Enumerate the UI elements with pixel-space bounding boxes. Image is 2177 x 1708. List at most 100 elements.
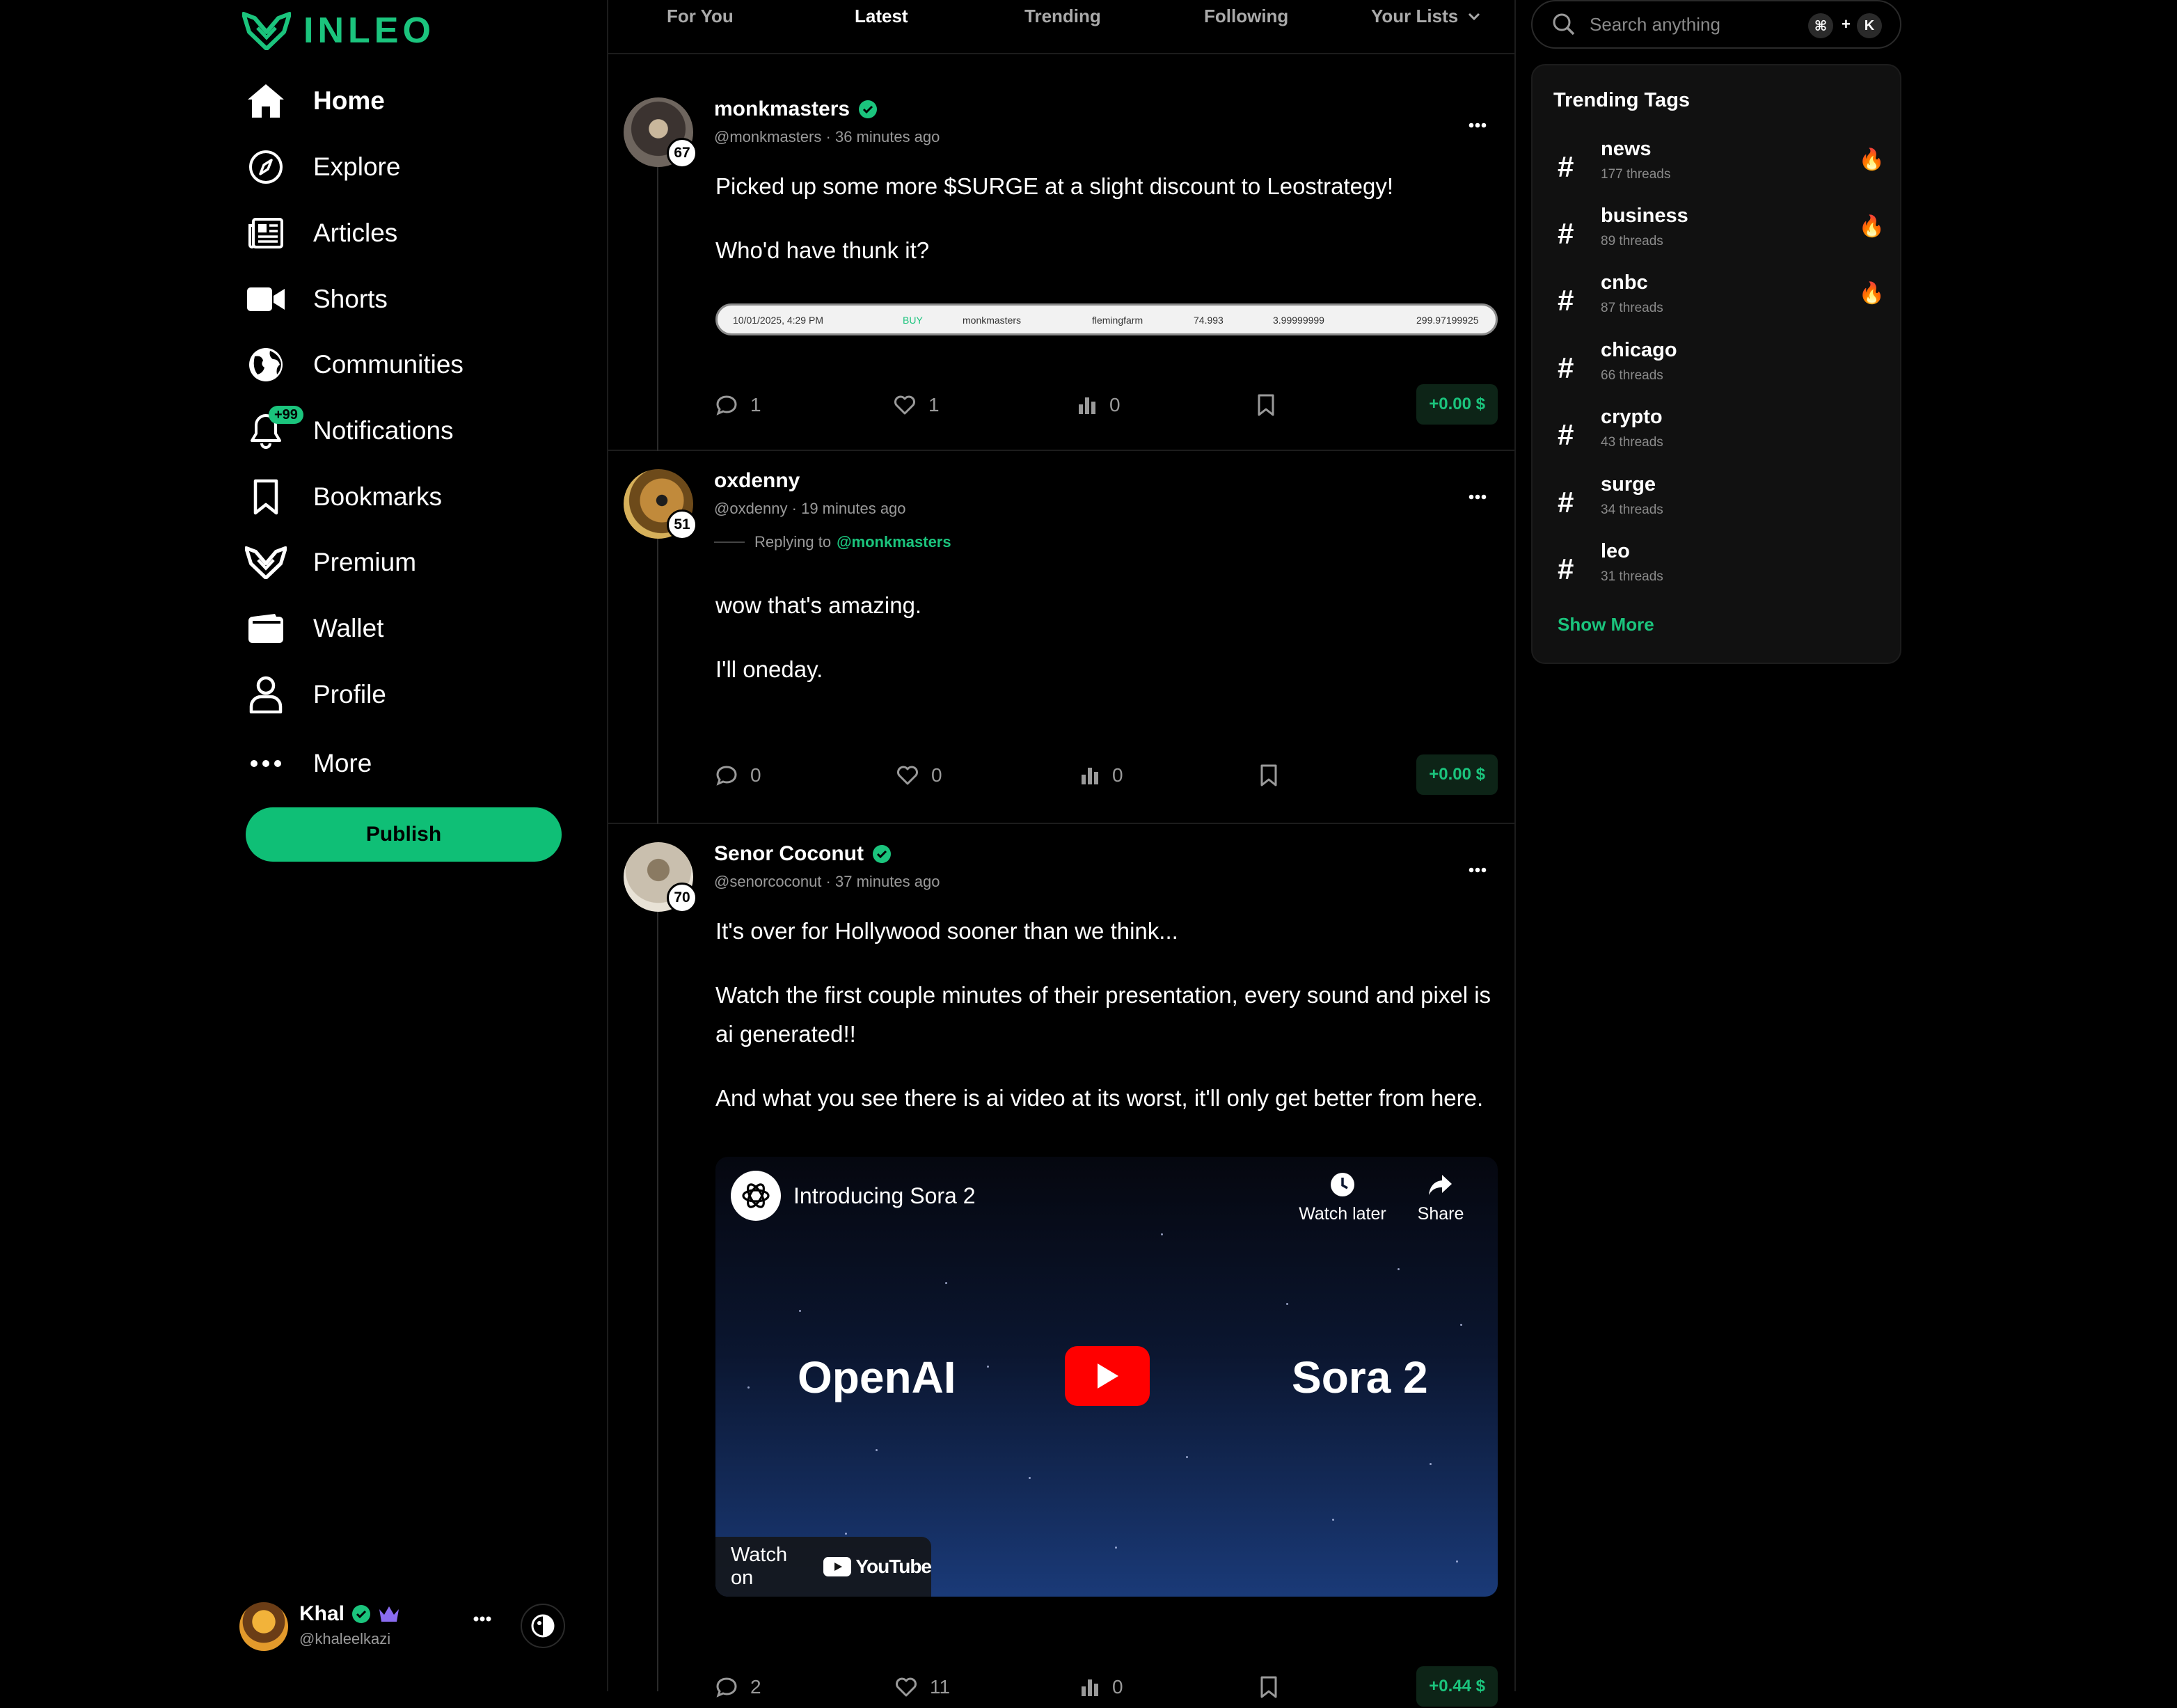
- bookmark-icon: [1258, 394, 1274, 416]
- trending-tag-business[interactable]: # business 89 threads 🔥: [1558, 205, 1885, 260]
- like-button[interactable]: 0: [896, 754, 942, 796]
- post-options-icon[interactable]: [1469, 494, 1487, 500]
- bookmark-button[interactable]: [1260, 754, 1278, 796]
- current-user-card[interactable]: Khal @khaleelkazi: [239, 1599, 567, 1655]
- account-menu-icon[interactable]: [473, 1616, 491, 1622]
- post-author[interactable]: oxdenny: [714, 469, 800, 493]
- nav-item-communities[interactable]: Communities: [244, 340, 571, 389]
- views-button[interactable]: 0: [1080, 1666, 1123, 1708]
- nav-item-notifications[interactable]: +99 Notifications: [244, 406, 571, 455]
- like-button[interactable]: 1: [894, 384, 940, 426]
- nav-item-articles[interactable]: Articles: [244, 209, 571, 258]
- show-more-link[interactable]: Show More: [1558, 614, 1654, 635]
- heart-icon: [896, 1677, 917, 1697]
- post[interactable]: 70 Senor Coconut @senorcoconut · 37 minu…: [608, 824, 1514, 1707]
- share-button[interactable]: Share: [1406, 1171, 1475, 1224]
- comment-button[interactable]: 0: [715, 754, 761, 796]
- avatar[interactable]: [239, 1602, 288, 1651]
- trending-tag-news[interactable]: # news 177 threads 🔥: [1558, 138, 1885, 193]
- tab-trending[interactable]: Trending: [1024, 6, 1101, 27]
- nav-item-more[interactable]: More: [244, 739, 571, 788]
- meta-separator: ·: [791, 500, 802, 517]
- comment-button[interactable]: 1: [715, 384, 761, 426]
- play-button[interactable]: [1065, 1346, 1150, 1406]
- nav-item-premium[interactable]: Premium: [244, 538, 571, 587]
- tag-count: 177 threads: [1601, 167, 1671, 182]
- hashtag-icon: #: [1558, 351, 1574, 384]
- thread-line: [657, 159, 658, 451]
- share-icon: [1429, 1175, 1452, 1195]
- leo-logo-icon: [244, 540, 288, 585]
- tag-name: cnbc: [1601, 271, 1648, 294]
- post-author[interactable]: monkmasters: [714, 97, 878, 121]
- inleo-logo[interactable]: INLEO: [242, 10, 435, 52]
- current-user-name: Khal: [299, 1602, 400, 1626]
- trade-date: 10/01/2025, 4:29 PM: [733, 315, 823, 326]
- theme-toggle-icon[interactable]: [521, 1604, 565, 1648]
- trending-tag-leo[interactable]: # leo 31 threads: [1558, 540, 1885, 596]
- trade-quantity: 3.99999999: [1273, 315, 1324, 326]
- search-input[interactable]: [1588, 13, 1797, 36]
- earnings-badge[interactable]: +0.00 $: [1416, 754, 1498, 795]
- post-paragraph: It's over for Hollywood sooner than we t…: [715, 918, 1178, 944]
- fire-icon: 🔥: [1858, 215, 1885, 238]
- hashtag-icon: #: [1558, 553, 1574, 585]
- bookmark-button[interactable]: [1260, 1666, 1278, 1708]
- openai-logo-icon[interactable]: [731, 1171, 781, 1221]
- post[interactable]: 51 oxdenny @oxdenny · 19 minutes ago Rep…: [608, 451, 1514, 824]
- video-title[interactable]: Introducing Sora 2: [793, 1183, 976, 1209]
- author-handle[interactable]: @monkmasters: [714, 128, 821, 145]
- leo-logo-icon: [242, 12, 291, 50]
- tab-your-lists[interactable]: Your Lists: [1371, 6, 1480, 27]
- wallet-icon: [244, 606, 288, 651]
- earnings-badge[interactable]: +0.44 $: [1416, 1666, 1498, 1707]
- trending-tag-crypto[interactable]: # crypto 43 threads: [1558, 406, 1885, 461]
- like-button[interactable]: 11: [895, 1666, 950, 1708]
- replying-to-handle[interactable]: @monkmasters: [837, 533, 951, 551]
- nav-item-bookmarks[interactable]: Bookmarks: [244, 473, 571, 521]
- views-button[interactable]: 0: [1077, 384, 1121, 426]
- post-body: Picked up some more $SURGE at a slight d…: [715, 167, 1499, 295]
- bookmark-button[interactable]: [1257, 384, 1275, 426]
- compass-icon: [244, 145, 288, 189]
- video-embed[interactable]: Introducing Sora 2 Watch later Share Ope…: [715, 1157, 1498, 1597]
- tab-for-you[interactable]: For You: [667, 6, 734, 27]
- trade-receipt[interactable]: 10/01/2025, 4:29 PM BUY monkmasters flem…: [715, 303, 1498, 335]
- post-paragraph: Picked up some more $SURGE at a slight d…: [715, 173, 1393, 199]
- nav-item-explore[interactable]: Explore: [244, 143, 571, 191]
- video-camera-icon: [244, 277, 288, 322]
- nav-item-shorts[interactable]: Shorts: [244, 275, 571, 324]
- post-author[interactable]: Senor Coconut: [714, 842, 892, 866]
- video-left-text: OpenAI: [798, 1352, 956, 1402]
- tab-latest[interactable]: Latest: [855, 6, 908, 27]
- nav-item-profile[interactable]: Profile: [244, 670, 571, 719]
- post[interactable]: 67 monkmasters @monkmasters · 36 minutes…: [608, 82, 1514, 451]
- trending-tag-chicago[interactable]: # chicago 66 threads: [1558, 339, 1885, 395]
- bookmark-icon: [1260, 764, 1277, 786]
- publish-button[interactable]: Publish: [246, 807, 562, 862]
- author-handle[interactable]: @oxdenny: [714, 500, 788, 517]
- tab-following[interactable]: Following: [1204, 6, 1288, 27]
- post-options-icon[interactable]: [1469, 867, 1487, 873]
- earnings-badge[interactable]: +0.00 $: [1416, 384, 1498, 425]
- nav-item-home[interactable]: Home: [244, 77, 571, 125]
- author-handle[interactable]: @senorcoconut: [714, 873, 821, 890]
- post-options-icon[interactable]: [1469, 122, 1487, 128]
- post-paragraph: I'll oneday.: [715, 656, 823, 682]
- comment-button[interactable]: 2: [715, 1666, 761, 1708]
- views-button[interactable]: 0: [1080, 754, 1123, 796]
- post-actions: 0 0 0 +0.00 $: [715, 754, 1498, 796]
- post-paragraph: wow that's amazing.: [715, 592, 922, 618]
- trade-total: 299.97199925: [1416, 315, 1479, 326]
- trending-tag-cnbc[interactable]: # cnbc 87 threads 🔥: [1558, 271, 1885, 327]
- trending-tags-panel: Trending Tags # news 177 threads 🔥 # bus…: [1531, 64, 1901, 664]
- trending-tag-surge[interactable]: # surge 34 threads: [1558, 473, 1885, 529]
- watch-on-youtube[interactable]: Watch on YouTube: [715, 1537, 932, 1597]
- meta-separator: ·: [825, 128, 835, 145]
- search-bar[interactable]: ⌘ + K: [1531, 0, 1901, 49]
- level-badge: 51: [667, 509, 697, 540]
- hashtag-icon: #: [1558, 486, 1574, 519]
- nav-item-wallet[interactable]: Wallet: [244, 604, 571, 653]
- level-badge: 70: [667, 883, 697, 913]
- watch-later-button[interactable]: Watch later: [1297, 1171, 1388, 1224]
